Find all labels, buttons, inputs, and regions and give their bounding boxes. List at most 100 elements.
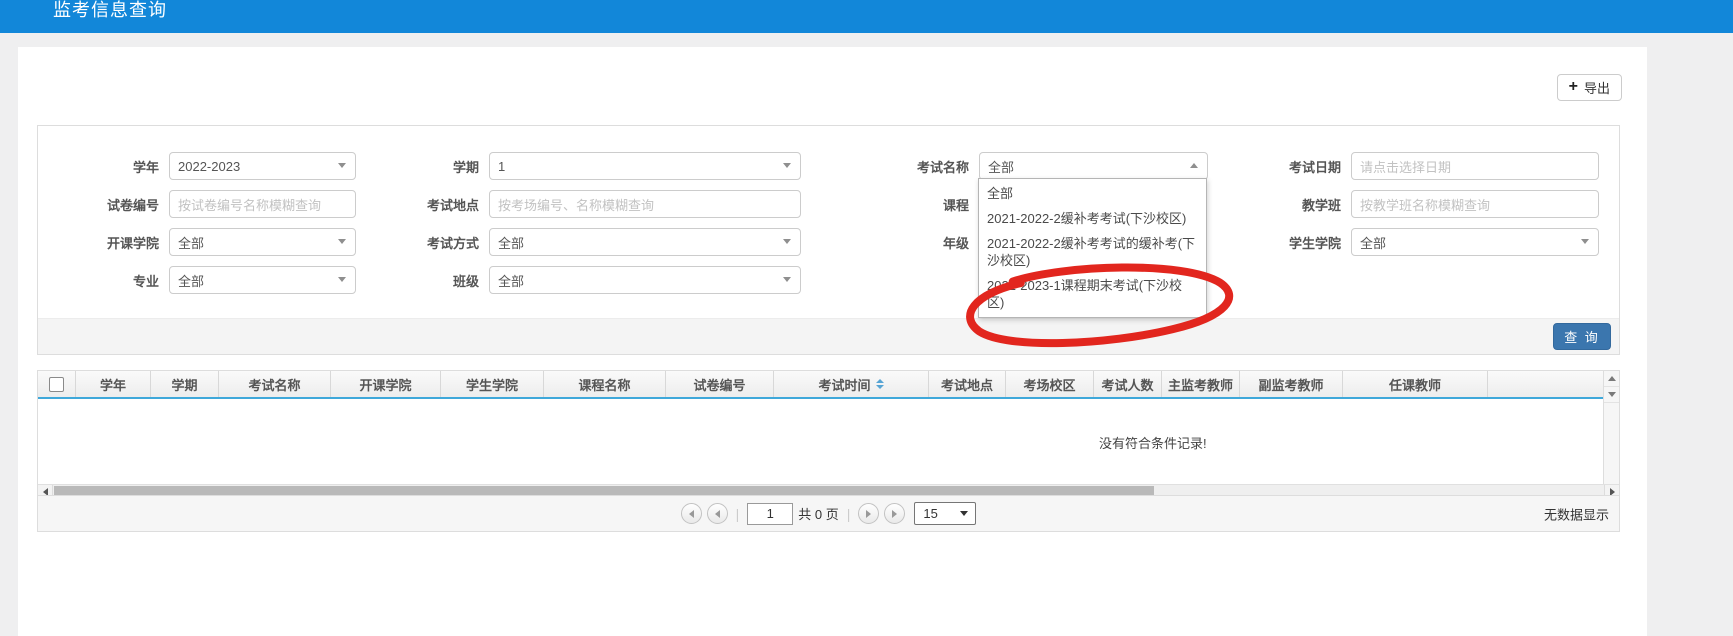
triangle-right-icon — [892, 510, 897, 518]
column-header-3[interactable]: 考试名称 — [219, 371, 331, 397]
major-select[interactable]: 全部 — [169, 266, 356, 294]
scroll-down-button[interactable] — [1604, 387, 1619, 403]
exam-mode-value: 全部 — [498, 233, 524, 252]
chevron-down-icon — [1581, 239, 1589, 244]
column-label: 学生学院 — [466, 375, 518, 394]
semester-select[interactable]: 1 — [489, 152, 801, 180]
exam-place-input[interactable]: 按考场编号、名称模糊查询 — [489, 190, 801, 218]
select-all-cell — [38, 371, 76, 397]
column-label: 课程名称 — [578, 375, 630, 394]
empty-message: 没有符合条件记录! — [1099, 433, 1207, 452]
paper-number-field-cell: 按试卷编号名称模糊查询 — [169, 190, 356, 218]
pager-separator: | — [736, 506, 740, 522]
column-header-7[interactable]: 试卷编号 — [666, 371, 774, 397]
exam-date-input[interactable]: 请点击选择日期 — [1351, 152, 1599, 180]
triangle-up-icon — [1608, 376, 1616, 381]
column-label: 考试地点 — [941, 375, 993, 394]
pager-last-button[interactable] — [884, 503, 905, 524]
app-header-bar: 监考信息查询 — [0, 0, 1733, 33]
class-field-cell: 全部 — [489, 266, 801, 294]
exam-mode-select[interactable]: 全部 — [489, 228, 801, 256]
column-header-2[interactable]: 学期 — [151, 371, 219, 397]
exam-mode-label: 考试方式 — [356, 228, 489, 256]
offering-college-field-cell: 全部 — [169, 228, 356, 256]
page-input[interactable] — [747, 503, 793, 525]
exam-name-label: 考试名称 — [801, 152, 979, 180]
column-label: 副监考教师 — [1258, 375, 1323, 394]
sort-icon[interactable] — [876, 379, 884, 389]
semester-field-cell: 1 — [489, 152, 801, 180]
semester-value: 1 — [498, 159, 505, 174]
grade-label: 年级 — [801, 228, 979, 256]
class-select[interactable]: 全部 — [489, 266, 801, 294]
scroll-up-button[interactable] — [1604, 371, 1619, 387]
chevron-down-icon — [338, 277, 346, 282]
column-header-14[interactable]: 任课教师 — [1343, 371, 1488, 397]
pager-first-button[interactable] — [681, 503, 702, 524]
column-label: 考试名称 — [248, 375, 300, 394]
column-header-12[interactable]: 主监考教师 — [1162, 371, 1240, 397]
chevron-down-icon — [783, 163, 791, 168]
class-label: 班级 — [356, 266, 489, 294]
school-year-value: 2022-2023 — [178, 159, 240, 174]
column-label: 主监考教师 — [1168, 375, 1233, 394]
offering-college-label: 开课学院 — [38, 228, 169, 256]
chevron-down-icon — [783, 239, 791, 244]
teaching-class-label: 教学班 — [1208, 190, 1351, 218]
exam-date-label: 考试日期 — [1208, 152, 1351, 180]
select-all-checkbox[interactable] — [49, 377, 64, 392]
offering-college-select[interactable]: 全部 — [169, 228, 356, 256]
column-header-10[interactable]: 考场校区 — [1006, 371, 1094, 397]
column-header-11[interactable]: 考试人数 — [1094, 371, 1162, 397]
column-header-1[interactable]: 学年 — [76, 371, 151, 397]
column-label: 任课教师 — [1389, 375, 1441, 394]
vertical-scrollbar[interactable] — [1603, 371, 1619, 484]
column-header-8[interactable]: 考试时间 — [774, 371, 929, 397]
export-button[interactable]: + 导出 — [1557, 74, 1622, 101]
column-label: 考场校区 — [1023, 375, 1075, 394]
column-header-6[interactable]: 课程名称 — [544, 371, 666, 397]
page-size-select[interactable]: 15 — [914, 502, 976, 525]
student-college-field-cell: 全部 — [1351, 228, 1599, 256]
sort-down-icon — [876, 385, 884, 389]
student-college-select[interactable]: 全部 — [1351, 228, 1599, 256]
school-year-field-cell: 2022-2023 — [169, 152, 356, 180]
chevron-up-icon — [1190, 163, 1198, 168]
exam-place-label: 考试地点 — [356, 190, 489, 218]
exam-option[interactable]: 2021-2022-2缓补考考试的缓补考(下沙校区) — [979, 231, 1206, 273]
class-value: 全部 — [498, 271, 524, 290]
search-button[interactable]: 查 询 — [1553, 323, 1611, 350]
exam-name-field-cell: 全部 — [979, 152, 1208, 180]
chevron-down-icon — [783, 277, 791, 282]
student-college-label: 学生学院 — [1208, 228, 1351, 256]
column-header-4[interactable]: 开课学院 — [331, 371, 441, 397]
school-year-select[interactable]: 2022-2023 — [169, 152, 356, 180]
column-header-9[interactable]: 考试地点 — [929, 371, 1006, 397]
student-college-value: 全部 — [1360, 233, 1386, 252]
pager-next-button[interactable] — [858, 503, 879, 524]
teaching-class-placeholder: 按教学班名称模糊查询 — [1360, 195, 1490, 214]
exam-option[interactable]: 2021-2022-2缓补考考试(下沙校区) — [979, 206, 1206, 231]
filter-grid: 学年2022-2023学期1考试名称全部考试日期请点击选择日期试卷编号按试卷编号… — [38, 126, 1619, 294]
triangle-left-icon — [689, 510, 694, 518]
teaching-class-input[interactable]: 按教学班名称模糊查询 — [1351, 190, 1599, 218]
page-title: 监考信息查询 — [53, 0, 167, 22]
column-header-5[interactable]: 学生学院 — [441, 371, 544, 397]
prev-page-icon — [715, 510, 720, 518]
pager-prev-button[interactable] — [707, 503, 728, 524]
course-label: 课程 — [801, 190, 979, 218]
page-size-value: 15 — [923, 506, 937, 521]
exam-name-select[interactable]: 全部 — [979, 152, 1208, 180]
exam-option[interactable]: 全部 — [979, 181, 1206, 206]
table-header-row: 学年学期 考试名称 开课学院 学生学院 课程名称 试卷编号 考试时间考试地点 考场校区考试人数… — [38, 371, 1619, 399]
column-header-13[interactable]: 副监考教师 — [1240, 371, 1343, 397]
column-label: 试卷编号 — [693, 375, 745, 394]
exam-option-circled[interactable]: 2022-2023-1课程期末考试(下沙校区) — [979, 273, 1206, 315]
header-filler — [1488, 371, 1619, 397]
school-year-label: 学年 — [38, 152, 169, 180]
exam-place-placeholder: 按考场编号、名称模糊查询 — [498, 195, 654, 214]
total-pages-label: 共 0 页 — [798, 504, 838, 523]
filter-footer: 查 询 — [38, 318, 1619, 354]
paper-number-input[interactable]: 按试卷编号名称模糊查询 — [169, 190, 356, 218]
exam-date-field-cell: 请点击选择日期 — [1351, 152, 1599, 180]
